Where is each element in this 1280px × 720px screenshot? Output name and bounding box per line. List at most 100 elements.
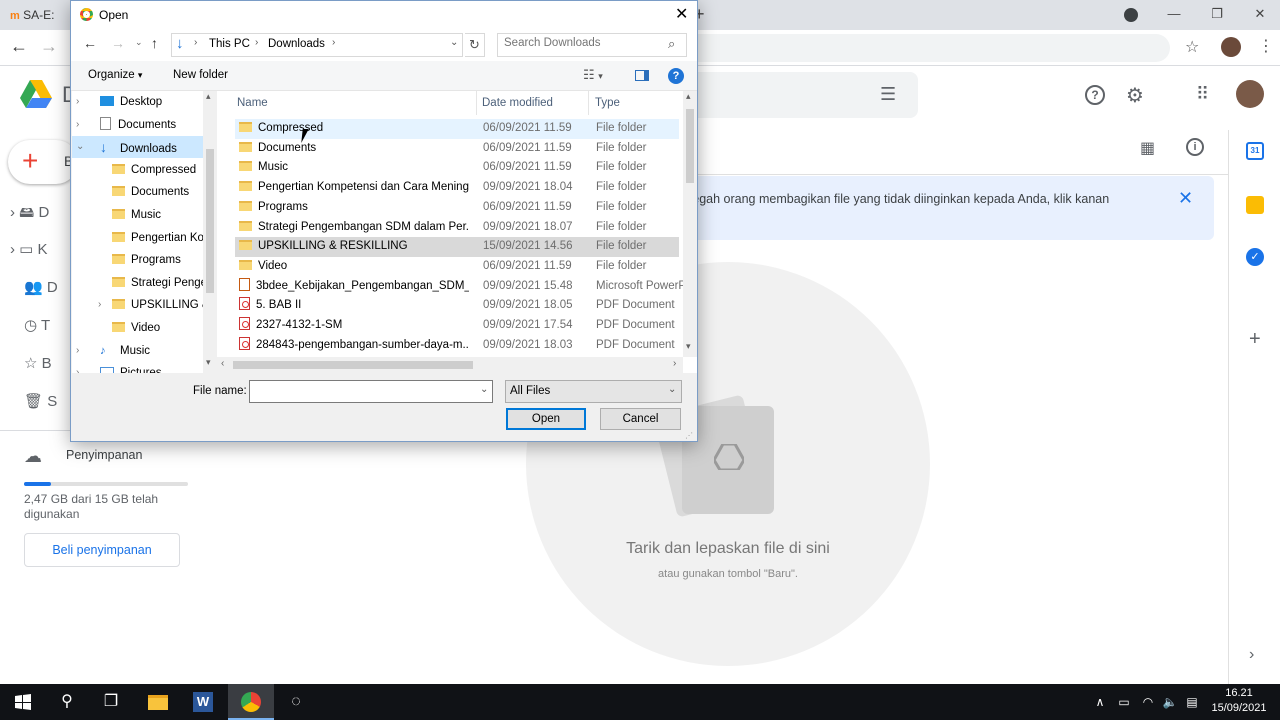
- browser-tab[interactable]: m SA-E:: [10, 6, 70, 28]
- expand-chevron-icon[interactable]: ›: [98, 294, 101, 316]
- keep-icon[interactable]: [1246, 196, 1264, 214]
- tasks-icon[interactable]: ✓: [1246, 248, 1264, 266]
- chevron-down-icon[interactable]: ⌄: [480, 384, 488, 395]
- banner-close-icon[interactable]: ✕: [1178, 188, 1193, 209]
- dialog-forward-icon[interactable]: →: [111, 35, 125, 51]
- file-type-filter[interactable]: All Files ⌄: [505, 380, 682, 403]
- nav-item[interactable]: › Pictures: [72, 362, 203, 373]
- nav-scroll-down-icon[interactable]: ▾: [206, 357, 211, 368]
- taskbar-clock[interactable]: 16.21 15/09/2021: [1206, 686, 1272, 716]
- file-row[interactable]: Video 06/09/2021 11.59 File folder: [235, 257, 679, 277]
- refresh-icon[interactable]: ↻: [465, 33, 485, 57]
- hscroll-left-icon[interactable]: ‹: [221, 358, 224, 369]
- dialog-back-icon[interactable]: ←: [83, 35, 97, 51]
- nav-item[interactable]: Documents: [72, 181, 203, 203]
- expand-chevron-icon[interactable]: ›: [76, 340, 79, 362]
- up-folder-icon[interactable]: ↑: [151, 35, 158, 51]
- nav-item[interactable]: › ♪ Music: [72, 340, 203, 362]
- file-scrollbar[interactable]: ▴ ▾: [683, 91, 697, 357]
- resize-grip-icon[interactable]: ⋰: [685, 431, 693, 440]
- new-folder-button[interactable]: New folder: [173, 69, 228, 81]
- nav-item[interactable]: Compressed: [72, 159, 203, 181]
- nav-item[interactable]: › Documents: [72, 114, 203, 136]
- volume-icon[interactable]: 🔈: [1158, 684, 1182, 720]
- start-button[interactable]: [0, 684, 46, 720]
- nav-item[interactable]: › UPSKILLING &: [72, 294, 210, 316]
- breadcrumb-downloads[interactable]: Downloads: [268, 38, 325, 50]
- preview-pane-icon[interactable]: [635, 70, 649, 81]
- apps-grid-icon[interactable]: ⠿: [1196, 84, 1209, 105]
- back-button[interactable]: ←: [10, 36, 28, 57]
- file-row[interactable]: Strategi Pengembangan SDM dalam Per... 09…: [235, 218, 679, 238]
- breadcrumb-this-pc[interactable]: This PC: [209, 38, 250, 50]
- nav-item[interactable]: Video: [72, 317, 203, 339]
- expand-chevron-icon[interactable]: ›: [76, 114, 79, 136]
- file-name-combobox[interactable]: ⌄: [249, 380, 493, 403]
- buy-storage-button[interactable]: Beli penyimpanan: [24, 533, 180, 567]
- wifi-icon[interactable]: ◠: [1136, 684, 1160, 720]
- storage-label[interactable]: Penyimpanan: [66, 448, 142, 462]
- forward-button[interactable]: →: [40, 36, 58, 57]
- profile-menu-icon[interactable]: [1124, 8, 1138, 22]
- profile-avatar[interactable]: [1221, 37, 1241, 57]
- file-scroll-thumb[interactable]: [686, 109, 694, 183]
- address-path-box[interactable]: ↓ › This PC › Downloads › ⌄: [171, 33, 463, 57]
- recent-locations-icon[interactable]: ⌄: [135, 37, 143, 48]
- file-row[interactable]: Programs 06/09/2021 11.59 File folder: [235, 198, 679, 218]
- file-row[interactable]: 284843-pengembangan-sumber-daya-m... 09/0…: [235, 336, 679, 356]
- expand-panel-icon[interactable]: ›: [1249, 646, 1254, 664]
- nav-scroll-thumb[interactable]: [206, 149, 214, 293]
- expand-chevron-icon[interactable]: ›: [76, 362, 79, 373]
- account-avatar[interactable]: [1236, 80, 1264, 108]
- nav-item[interactable]: ⌄ ↓ Downloads: [72, 136, 203, 159]
- app-icon[interactable]: ◌: [273, 684, 319, 720]
- nav-item[interactable]: Music: [72, 204, 203, 226]
- close-window-button[interactable]: ✕: [1246, 4, 1274, 24]
- dialog-help-icon[interactable]: ?: [668, 68, 684, 84]
- chrome-menu-icon[interactable]: ⋮: [1258, 36, 1274, 56]
- file-row[interactable]: 5. BAB II 09/09/2021 18.05 PDF Document: [235, 296, 679, 316]
- bookmark-star-icon[interactable]: ☆: [1185, 37, 1199, 57]
- show-hidden-icons[interactable]: ∧: [1088, 684, 1112, 720]
- restore-window-button[interactable]: ❐: [1203, 4, 1231, 24]
- help-icon[interactable]: ?: [1085, 85, 1105, 105]
- column-name[interactable]: Name: [237, 97, 268, 109]
- file-row[interactable]: Pengertian Kompetensi dan Cara Mening...…: [235, 178, 679, 198]
- nav-item[interactable]: › Desktop: [72, 91, 203, 113]
- grid-view-icon[interactable]: ▦: [1140, 138, 1155, 158]
- file-scroll-up-icon[interactable]: ▴: [686, 91, 691, 102]
- file-scroll-down-icon[interactable]: ▾: [686, 341, 691, 352]
- file-row[interactable]: UPSKILLING & RESKILLING 15/09/2021 14.56 F…: [235, 237, 679, 257]
- add-addon-icon[interactable]: +: [1249, 328, 1261, 351]
- search-options-icon[interactable]: ☰: [880, 84, 896, 105]
- hscroll-thumb[interactable]: [233, 361, 473, 369]
- file-hscrollbar[interactable]: ‹ ›: [217, 357, 683, 373]
- column-type[interactable]: Type: [595, 97, 620, 109]
- organize-button[interactable]: Organize ▾: [88, 69, 142, 81]
- battery-icon[interactable]: ▭: [1112, 684, 1136, 720]
- taskbar-search-icon[interactable]: ⚲: [44, 684, 90, 720]
- file-row[interactable]: 3bdee_Kebijakan_Pengembangan_SDM__... 09/…: [235, 277, 686, 297]
- dialog-search-input[interactable]: [504, 37, 664, 49]
- word-icon[interactable]: W: [180, 684, 226, 720]
- hscroll-right-icon[interactable]: ›: [673, 358, 676, 369]
- sidebar-item-my-drive[interactable]: › 🖴 D: [10, 202, 70, 224]
- dialog-close-button[interactable]: ✕: [675, 4, 688, 24]
- nav-scroll-up-icon[interactable]: ▴: [206, 91, 211, 102]
- nav-item[interactable]: Pengertian Kor: [72, 227, 208, 249]
- notification-icon[interactable]: ▤: [1180, 684, 1204, 720]
- sidebar-item-computers[interactable]: › ▭ K: [10, 240, 70, 262]
- expand-chevron-icon[interactable]: ⌄: [76, 136, 84, 158]
- expand-chevron-icon[interactable]: ›: [76, 91, 79, 113]
- nav-item[interactable]: Programs: [72, 249, 203, 271]
- cancel-button[interactable]: Cancel: [600, 408, 681, 430]
- view-options-icon[interactable]: ☷ ▾: [583, 67, 603, 83]
- nav-scrollbar[interactable]: ▴ ▾: [203, 91, 217, 373]
- info-icon[interactable]: i: [1186, 138, 1204, 156]
- column-date-modified[interactable]: Date modified: [482, 97, 553, 109]
- open-button[interactable]: Open: [506, 408, 586, 430]
- file-row[interactable]: 2327-4132-1-SM 09/09/2021 17.54 PDF Docume…: [235, 316, 679, 336]
- minimize-window-button[interactable]: —: [1160, 4, 1188, 24]
- file-row[interactable]: Music 06/09/2021 11.59 File folder: [235, 158, 679, 178]
- chrome-taskbar-icon[interactable]: [228, 684, 274, 720]
